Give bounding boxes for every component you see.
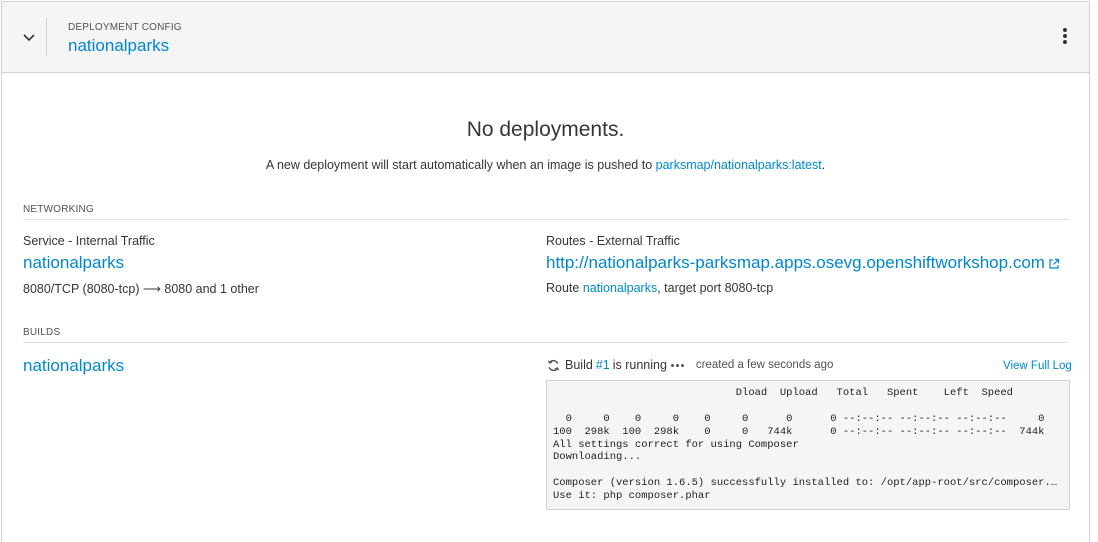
log-line: Downloading... — [553, 451, 642, 464]
deployment-config-panel: DEPLOYMENT CONFIG nationalparks No deplo… — [1, 1, 1090, 542]
service-label: Service - Internal Traffic — [23, 234, 155, 248]
empty-state-title: No deployments. — [466, 118, 625, 141]
networking-section-title: NETWORKING — [23, 204, 94, 215]
route-url-container: http://nationalparks-parksmap.apps.osevg… — [546, 253, 1060, 273]
resource-kind: DEPLOYMENT CONFIG — [68, 22, 182, 33]
build-status: Build #1 is running created a few second… — [547, 358, 833, 372]
routes-label: Routes - External Traffic — [546, 234, 680, 248]
log-line: Composer (version 1.6.5) successfully in… — [553, 477, 1061, 490]
loading-dots-icon — [670, 363, 686, 367]
build-number-link[interactable]: #1 — [596, 358, 610, 372]
build-log-text: Dload Upload Total Spent Left Speed 0 0 … — [547, 381, 1069, 503]
builds-section-title: BUILDS — [23, 327, 61, 338]
view-full-log-link[interactable]: View Full Log — [1003, 360, 1072, 372]
networking-divider — [23, 219, 1069, 220]
deployment-config-name-link[interactable]: nationalparks — [68, 36, 169, 56]
kebab-icon[interactable] — [1058, 28, 1072, 48]
build-status-suffix: is running — [612, 358, 667, 372]
log-line: Use it: php composer.phar — [553, 490, 711, 503]
builds-divider — [23, 342, 1069, 343]
empty-state-message-text: A new deployment will start automaticall… — [265, 158, 656, 172]
route-name-link[interactable]: nationalparks — [583, 281, 657, 295]
route-url-link[interactable]: http://nationalparks-parksmap.apps.osevg… — [546, 253, 1045, 272]
log-line: 100 298k 100 298k 0 0 744k 0 --:--:-- --… — [553, 425, 1045, 438]
log-line: Dload Upload Total Spent Left Speed — [553, 387, 1013, 399]
route-target-port: , target port 8080-tcp — [657, 281, 774, 295]
route-details: Route nationalparks, target port 8080-tc… — [546, 281, 773, 295]
build-created-time: created a few seconds ago — [695, 359, 834, 371]
image-stream-link[interactable]: parksmap/nationalparks:latest — [656, 158, 822, 172]
log-line: 0 0 0 0 0 0 0 0 --:--:-- --:--:-- --:--:… — [553, 412, 1045, 425]
log-line: All settings correct for using Composer — [553, 438, 799, 451]
route-prefix: Route — [546, 281, 583, 295]
empty-state-message-end: . — [821, 158, 826, 172]
header-divider — [46, 18, 47, 56]
service-ports: 8080/TCP (8080-tcp) ⟶ 8080 and 1 other — [23, 282, 259, 296]
build-config-name-link[interactable]: nationalparks — [23, 356, 124, 376]
empty-state-message: A new deployment will start automaticall… — [2, 158, 1089, 172]
build-log-output[interactable]: Dload Upload Total Spent Left Speed 0 0 … — [546, 380, 1070, 510]
service-name-link[interactable]: nationalparks — [23, 253, 124, 273]
build-status-prefix: Build — [565, 358, 593, 372]
panel-header: DEPLOYMENT CONFIG nationalparks — [2, 2, 1089, 73]
spinner-icon — [547, 359, 560, 371]
external-link-icon[interactable] — [1048, 258, 1060, 270]
chevron-down-icon[interactable] — [20, 28, 38, 46]
